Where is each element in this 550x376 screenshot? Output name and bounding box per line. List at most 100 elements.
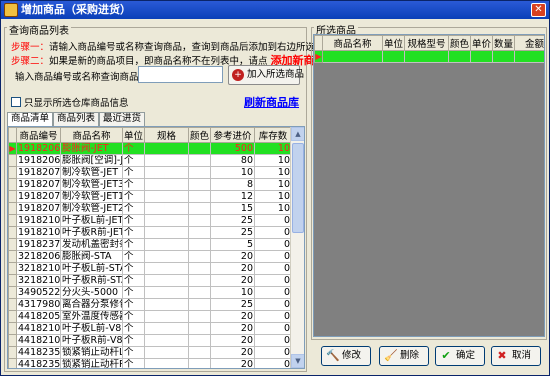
table-cell[interactable]: 191820742 — [16, 178, 61, 191]
table-cell[interactable]: 80 — [210, 154, 255, 167]
table-cell[interactable]: 191821021 — [16, 214, 61, 227]
table-cell[interactable]: 441823589 — [16, 346, 61, 359]
table-cell[interactable] — [514, 50, 544, 63]
table-cell[interactable]: 10 — [254, 154, 292, 167]
table-cell[interactable] — [470, 50, 493, 63]
table-cell[interactable]: 25 — [210, 298, 255, 311]
table-cell[interactable]: 0 — [254, 214, 292, 227]
table-cell[interactable]: 10 — [254, 166, 292, 179]
table-cell[interactable] — [188, 286, 211, 299]
table-cell[interactable] — [188, 310, 211, 323]
product-row[interactable]: 441823589锁紧销止动杆L-V个 200 — [8, 346, 292, 359]
table-cell[interactable]: 191820743 — [16, 202, 61, 215]
scroll-down-icon[interactable]: ▼ — [291, 354, 304, 368]
table-cell[interactable]: 0 — [254, 322, 292, 335]
table-cell[interactable]: 191820678 — [16, 142, 61, 155]
table-cell[interactable]: 叶子板R前-V8 — [60, 334, 123, 347]
table-cell[interactable] — [144, 358, 189, 368]
header-spec[interactable]: 规格 — [144, 127, 189, 143]
selected-header-amount[interactable]: 金额 — [514, 35, 544, 51]
table-cell[interactable] — [188, 178, 211, 191]
table-cell[interactable]: 个 — [122, 262, 145, 275]
tab-product-list[interactable]: 商品列表 — [53, 112, 100, 126]
selected-header-model[interactable]: 规格型号 — [404, 35, 449, 51]
table-cell[interactable]: 10 — [254, 202, 292, 215]
table-cell[interactable]: 10 — [254, 142, 292, 155]
table-cell[interactable]: 0 — [254, 250, 292, 263]
table-cell[interactable] — [188, 202, 211, 215]
table-cell[interactable]: 441823590 — [16, 358, 61, 368]
product-row[interactable]: 34905225分火头-5000个 100 — [8, 286, 292, 299]
product-row[interactable]: 321821022叶子板R前-STA个 200 — [8, 274, 292, 287]
table-cell[interactable]: 制冷软管-JET1 — [60, 190, 123, 203]
scroll-up-icon[interactable]: ▲ — [291, 127, 304, 141]
table-cell[interactable] — [188, 334, 211, 347]
product-row[interactable]: 191820721制冷软管-JET个 1010 — [8, 166, 292, 179]
selected-header-qty[interactable]: 数量 — [492, 35, 515, 51]
product-row[interactable]: ▶191820678膨胀阀-JET个 50010 — [8, 142, 292, 155]
table-cell[interactable]: 441821032 — [16, 334, 61, 347]
table-cell[interactable]: 8 — [210, 178, 255, 191]
table-cell[interactable]: 个 — [122, 166, 145, 179]
product-row[interactable]: 191820742制冷软管-JET1个 1210 — [8, 190, 292, 203]
table-cell[interactable]: 20 — [210, 358, 255, 368]
table-cell[interactable] — [144, 214, 189, 227]
table-cell[interactable]: 25 — [210, 214, 255, 227]
table-cell[interactable]: 叶子板L前-V8 — [60, 322, 123, 335]
selected-empty-row[interactable]: ▶ — [314, 50, 544, 63]
table-cell[interactable] — [144, 334, 189, 347]
table-cell[interactable]: 20 — [210, 274, 255, 287]
table-cell[interactable] — [144, 202, 189, 215]
table-cell[interactable] — [404, 50, 449, 63]
table-cell[interactable]: 431798046 — [16, 298, 61, 311]
table-cell[interactable] — [188, 154, 211, 167]
table-cell[interactable]: 个 — [122, 202, 145, 215]
table-cell[interactable]: 191820679 — [16, 154, 61, 167]
table-cell[interactable] — [144, 298, 189, 311]
table-cell[interactable]: 10 — [210, 286, 255, 299]
table-cell[interactable] — [188, 226, 211, 239]
table-cell[interactable]: 15 — [210, 202, 255, 215]
delete-button[interactable]: 🧹 删除 — [379, 346, 429, 366]
table-cell[interactable]: 500 — [210, 142, 255, 155]
table-cell[interactable]: 个 — [122, 214, 145, 227]
table-cell[interactable]: 0 — [254, 286, 292, 299]
product-row[interactable]: 191823737发动机盖密封条-个 50 — [8, 238, 292, 251]
table-cell[interactable] — [188, 274, 211, 287]
table-cell[interactable] — [144, 166, 189, 179]
table-cell[interactable] — [382, 50, 405, 63]
selected-header-color[interactable]: 颜色 — [448, 35, 471, 51]
product-row[interactable]: 431798046离合器分泵修包-个 250 — [8, 298, 292, 311]
table-cell[interactable] — [492, 50, 515, 63]
search-input[interactable] — [138, 66, 223, 83]
table-cell[interactable] — [188, 250, 211, 263]
table-cell[interactable] — [144, 238, 189, 251]
table-cell[interactable]: 个 — [122, 346, 145, 359]
table-cell[interactable]: 个 — [122, 358, 145, 368]
selected-header-name[interactable]: 商品名称 — [322, 35, 383, 51]
table-cell[interactable]: 制冷软管-JET2 — [60, 202, 123, 215]
table-cell[interactable]: 12 — [210, 190, 255, 203]
ok-button[interactable]: ✔ 确定 — [435, 346, 485, 366]
table-cell[interactable]: 个 — [122, 142, 145, 155]
table-cell[interactable]: 10 — [210, 166, 255, 179]
table-cell[interactable]: 0 — [254, 310, 292, 323]
table-cell[interactable]: 个 — [122, 310, 145, 323]
refresh-product-link[interactable]: 刷新商品库 — [244, 94, 299, 110]
product-row[interactable]: 191820743制冷软管-JET2个 1510 — [8, 202, 292, 215]
edit-button[interactable]: 🔨 修改 — [321, 346, 371, 366]
selected-grid[interactable]: 商品名称 单位 规格型号 颜色 单价 数量 金额 ▶ — [313, 34, 545, 337]
tab-product-inventory[interactable]: 商品清单 — [7, 112, 54, 127]
table-cell[interactable] — [188, 346, 211, 359]
product-row[interactable]: 191820679膨胀阀[空调]-JE个 8010 — [8, 154, 292, 167]
table-cell[interactable]: 膨胀阀[空调]-JE — [60, 154, 123, 167]
table-cell[interactable]: 离合器分泵修包- — [60, 298, 123, 311]
header-ref-price[interactable]: 参考进价 — [210, 127, 255, 143]
table-cell[interactable]: 20 — [210, 250, 255, 263]
table-cell[interactable]: 制冷软管-JET3 — [60, 178, 123, 191]
table-cell[interactable]: 191820742 — [16, 190, 61, 203]
table-cell[interactable]: 0 — [254, 298, 292, 311]
product-row[interactable]: 441823590锁紧销止动杆R-V个 200 — [8, 358, 292, 368]
product-row[interactable]: 191821021叶子板L前-JET个 250 — [8, 214, 292, 227]
table-cell[interactable] — [144, 142, 189, 155]
